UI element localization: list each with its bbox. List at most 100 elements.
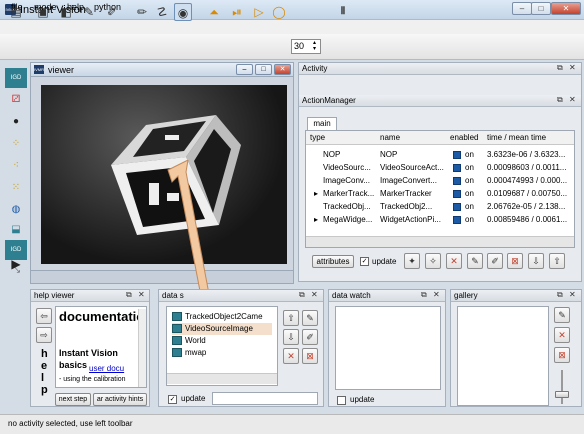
data-item-icon (172, 312, 182, 322)
enabled-indicator[interactable] (453, 216, 461, 224)
frame-spinbox[interactable]: 30 (291, 39, 321, 54)
column-time[interactable]: time / mean time (487, 132, 546, 144)
column-type[interactable]: type (310, 132, 325, 144)
enabled-indicator[interactable] (453, 164, 461, 172)
gallery-close-icon[interactable]: ✕ (569, 290, 576, 300)
puzzle-icon[interactable]: ⚂ (5, 90, 27, 110)
close-button[interactable]: ✕ (551, 2, 581, 15)
data-close-icon[interactable]: ✕ (311, 290, 318, 300)
table-row[interactable]: ▸ MarkerTrack... MarkerTracker on 0.0109… (308, 187, 568, 200)
back-icon[interactable]: ⇦ (36, 308, 52, 324)
calibrate-icon[interactable]: ⬓ (5, 220, 27, 240)
record-icon[interactable]: ◯ (270, 3, 288, 21)
table-row[interactable]: ImageConv... ImageConvert... on 0.000474… (308, 174, 568, 187)
pen-icon[interactable]: ✏ (133, 3, 151, 21)
data-watch-update-checkbox[interactable] (337, 396, 346, 405)
data-delete-icon[interactable]: ✕ (283, 348, 299, 364)
user-docu-link[interactable]: user docu (89, 364, 124, 373)
data-item-icon (172, 336, 182, 346)
enabled-indicator[interactable] (453, 177, 461, 185)
move-up-icon[interactable]: ⇧ (549, 253, 565, 269)
update-checkbox[interactable]: ✓ (360, 257, 369, 266)
gallery-slider-track[interactable] (561, 370, 563, 404)
data-update-checkbox[interactable]: ✓ (168, 395, 177, 404)
new-file-icon[interactable]: ▤ (7, 3, 25, 21)
forward-icon[interactable]: ⇨ (36, 327, 52, 343)
move-down-icon[interactable]: ⇩ (528, 253, 544, 269)
image-io-icon[interactable]: IGD (5, 68, 27, 88)
tracker-icon[interactable]: ◍ (5, 200, 27, 220)
viewer-maximize-button[interactable]: □ (255, 64, 272, 75)
list-item[interactable]: VideoSourceImage (172, 323, 272, 335)
spin-arrows-icon[interactable]: ▴ ▾ (313, 40, 316, 52)
data-edit-icon[interactable]: ✎ (302, 310, 318, 326)
column-name[interactable]: name (380, 132, 400, 144)
stereo-2d-icon[interactable]: Ⅱ (334, 3, 352, 21)
data-up-icon[interactable]: ⇧ (283, 310, 299, 326)
data-update-field[interactable] (212, 392, 318, 405)
points-icon[interactable]: ⁘ (5, 134, 27, 154)
data-watch-float-icon[interactable]: ⧉ (421, 290, 427, 300)
list-item[interactable]: mwap (172, 347, 272, 359)
data-float-icon[interactable]: ⧉ (299, 290, 305, 300)
edit-alt-icon[interactable]: ✐ (487, 253, 503, 269)
enabled-indicator[interactable] (453, 190, 461, 198)
list-item[interactable]: TrackedObject2Came (172, 311, 272, 323)
save-file-icon[interactable]: ◧ (57, 3, 75, 21)
column-enabled[interactable]: enabled (450, 132, 478, 144)
gallery-float-icon[interactable]: ⧉ (557, 290, 563, 300)
list-item[interactable]: World (172, 335, 272, 347)
points-3d-icon[interactable]: ⁙ (5, 178, 27, 198)
add-child-icon[interactable]: ✧ (425, 253, 441, 269)
row-expand-icon[interactable]: ▸ (314, 187, 318, 200)
eye-icon[interactable]: ◉ (174, 3, 192, 21)
camera-record-icon[interactable]: ● (5, 112, 27, 132)
activity-close-icon[interactable]: ✕ (569, 63, 576, 73)
maximize-button[interactable]: □ (531, 2, 551, 15)
table-row[interactable]: NOP NOP on 3.6323e-06 / 3.6323... (308, 148, 568, 161)
gallery-delete-icon[interactable]: ✕ (554, 327, 570, 343)
brush-icon[interactable]: ☡ (153, 3, 171, 21)
activity-float-icon[interactable]: ⧉ (557, 63, 563, 73)
action-manager-close-icon[interactable]: ✕ (569, 95, 576, 105)
video-camera-icon[interactable]: ▶ (5, 254, 27, 274)
remove-icon[interactable]: ⊠ (507, 253, 523, 269)
data-edit-alt-icon[interactable]: ✐ (302, 329, 318, 345)
viewer-close-button[interactable]: ✕ (274, 64, 291, 75)
activity-hints-button[interactable]: ar activity hints (93, 393, 147, 406)
next-step-button[interactable]: next step (55, 393, 91, 406)
gallery-slider-handle[interactable] (555, 391, 569, 398)
step-icon[interactable]: ⏶ (205, 3, 223, 21)
table-row[interactable]: TrackedObj... TrackedObj2... on 2.06762e… (308, 200, 568, 213)
data-item-icon (172, 348, 182, 358)
attributes-button[interactable]: attributes (312, 255, 354, 268)
edit-file-icon[interactable]: ✎ (80, 3, 98, 21)
data-watch-close-icon[interactable]: ✕ (433, 290, 440, 300)
table-scrollbar[interactable] (306, 236, 574, 247)
viewer-minimize-button[interactable]: – (236, 64, 253, 75)
data-down-icon[interactable]: ⇩ (283, 329, 299, 345)
enabled-indicator[interactable] (453, 203, 461, 211)
help-scrollbar[interactable] (138, 309, 146, 387)
play-icon[interactable]: ▷ (250, 3, 268, 21)
gallery-edit-icon[interactable]: ✎ (554, 307, 570, 323)
play-pause-icon[interactable]: ⏯ (228, 3, 246, 21)
enabled-indicator[interactable] (453, 151, 461, 159)
add-action-icon[interactable]: ✦ (404, 253, 420, 269)
points-2d-icon[interactable]: ⁖ (5, 156, 27, 176)
minimize-button[interactable]: – (512, 2, 532, 15)
help-float-icon[interactable]: ⧉ (126, 290, 132, 300)
row-expand-icon[interactable]: ▸ (314, 213, 318, 226)
table-row[interactable]: ▸ MegaWidge... WidgetActionPi... on 0.00… (308, 213, 568, 226)
delete-icon[interactable]: ✕ (446, 253, 462, 269)
open-file-icon[interactable]: ▣ (34, 3, 52, 21)
action-manager-float-icon[interactable]: ⧉ (557, 95, 563, 105)
gallery-remove-icon[interactable]: ⊠ (554, 347, 570, 363)
data-list-scrollbar[interactable] (167, 373, 277, 384)
edit-icon[interactable]: ✎ (467, 253, 483, 269)
table-row[interactable]: VideoSourc... VideoSourceAct... on 0.000… (308, 161, 568, 174)
edit-highlight-icon[interactable]: ✐ (103, 3, 121, 21)
help-close-icon[interactable]: ✕ (138, 290, 145, 300)
data-remove-icon[interactable]: ⊠ (302, 348, 318, 364)
tab-main[interactable]: main (307, 117, 337, 130)
